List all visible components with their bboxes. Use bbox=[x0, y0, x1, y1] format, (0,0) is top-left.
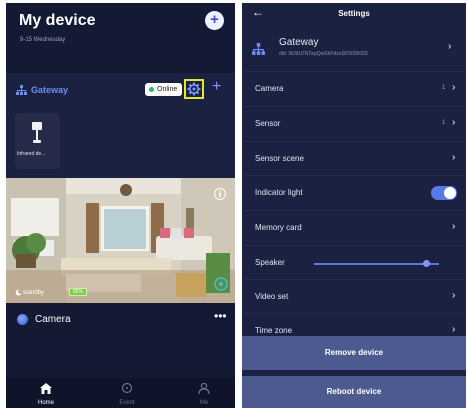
row-label: Time zone bbox=[255, 326, 293, 335]
camera-dot-icon bbox=[17, 314, 28, 325]
standby-indicator: standby bbox=[15, 289, 44, 296]
settings-row-memory-card[interactable]: Memory card › bbox=[242, 210, 466, 245]
bottom-tab-bar: Home Event Me bbox=[6, 378, 235, 408]
chevron-right-icon: › bbox=[452, 324, 456, 335]
settings-row-sensor[interactable]: Sensor 1 › bbox=[242, 106, 466, 141]
add-device-button[interactable]: + bbox=[205, 11, 224, 30]
chevron-right-icon: › bbox=[452, 290, 456, 301]
camera-list-item[interactable]: Camera ••• bbox=[6, 306, 235, 336]
settings-row-sensor-scene[interactable]: Sensor scene › bbox=[242, 141, 466, 176]
row-label: Speaker bbox=[255, 258, 285, 267]
online-dot-icon bbox=[149, 87, 154, 92]
settings-row-camera[interactable]: Camera 1 › bbox=[242, 71, 466, 106]
chevron-right-icon: › bbox=[452, 221, 456, 232]
tab-home-label: Home bbox=[37, 400, 54, 406]
gateway-icon bbox=[252, 43, 265, 55]
tab-home[interactable]: Home bbox=[16, 381, 76, 406]
online-status-badge: Online bbox=[145, 83, 183, 96]
gateway-settings-button[interactable] bbox=[184, 79, 204, 99]
indicator-light-toggle[interactable] bbox=[431, 186, 457, 200]
tab-event[interactable]: Event bbox=[97, 381, 157, 406]
row-label: Sensor scene bbox=[255, 154, 304, 163]
battery-indicator: 85% bbox=[69, 288, 87, 296]
row-label: Sensor bbox=[255, 119, 281, 128]
more-options-icon[interactable]: ••• bbox=[214, 309, 227, 323]
info-icon[interactable]: i bbox=[214, 188, 226, 200]
camera-name: Camera bbox=[35, 314, 71, 325]
toggle-knob bbox=[444, 187, 456, 199]
home-icon bbox=[40, 383, 52, 394]
gateway-section: Gateway Online + Infrared de... bbox=[6, 73, 235, 251]
row-count: 1 bbox=[442, 85, 446, 91]
date-subtitle: 9-15 Wednesday bbox=[20, 37, 66, 43]
gateway-label: Gateway bbox=[31, 85, 69, 95]
chevron-right-icon: › bbox=[452, 152, 456, 163]
chevron-right-icon: › bbox=[452, 82, 456, 93]
standby-text: standby bbox=[23, 289, 45, 296]
tab-me-label: Me bbox=[199, 400, 209, 406]
settings-screen: ← Settings Gateway did: WJdU7N7epQwShFdz… bbox=[242, 3, 466, 408]
gear-icon bbox=[187, 82, 201, 96]
device-card-label: Infrared de... bbox=[17, 151, 46, 157]
row-label: Indicator light bbox=[255, 188, 303, 197]
speaker-volume-slider[interactable] bbox=[314, 263, 439, 265]
person-icon bbox=[198, 382, 210, 395]
row-label: Camera bbox=[255, 84, 284, 93]
add-subdevice-button[interactable]: + bbox=[212, 78, 221, 96]
settings-row-indicator-light: Indicator light bbox=[242, 175, 466, 210]
gateway-name: Gateway bbox=[279, 37, 319, 48]
page-title: My device bbox=[19, 12, 96, 29]
moon-icon bbox=[15, 289, 22, 296]
speaker-volume-handle[interactable] bbox=[423, 260, 430, 267]
reboot-device-button[interactable]: Reboot device bbox=[242, 376, 466, 408]
gateway-header[interactable]: Gateway bbox=[16, 85, 68, 95]
tab-me[interactable]: Me bbox=[174, 381, 234, 406]
device-card-infrared[interactable]: Infrared de... bbox=[15, 113, 60, 169]
gateway-did: did: WJdU7N7epQwShFdzuSK5000000 bbox=[279, 51, 368, 57]
settings-row-video-set[interactable]: Video set › bbox=[242, 279, 466, 314]
gateway-chevron-icon: › bbox=[448, 41, 452, 52]
room-preview-image bbox=[6, 178, 235, 303]
home-screen: My device 9-15 Wednesday + Gateway Onlin… bbox=[6, 3, 235, 408]
row-label: Video set bbox=[255, 292, 289, 301]
infrared-sensor-icon bbox=[32, 122, 42, 143]
row-count: 1 bbox=[442, 120, 446, 126]
event-icon bbox=[121, 382, 133, 394]
gateway-icon bbox=[16, 85, 27, 95]
settings-title: Settings bbox=[338, 9, 370, 18]
online-status-text: Online bbox=[157, 86, 178, 93]
ptz-control-icon[interactable] bbox=[214, 277, 228, 291]
settings-row-speaker: Speaker bbox=[242, 245, 466, 280]
chevron-right-icon: › bbox=[452, 117, 456, 128]
camera-live-view[interactable]: i standby 85% bbox=[6, 178, 235, 303]
remove-device-button[interactable]: Remove device bbox=[242, 336, 466, 370]
tab-event-label: Event bbox=[119, 400, 135, 406]
row-label: Memory card bbox=[255, 223, 302, 232]
